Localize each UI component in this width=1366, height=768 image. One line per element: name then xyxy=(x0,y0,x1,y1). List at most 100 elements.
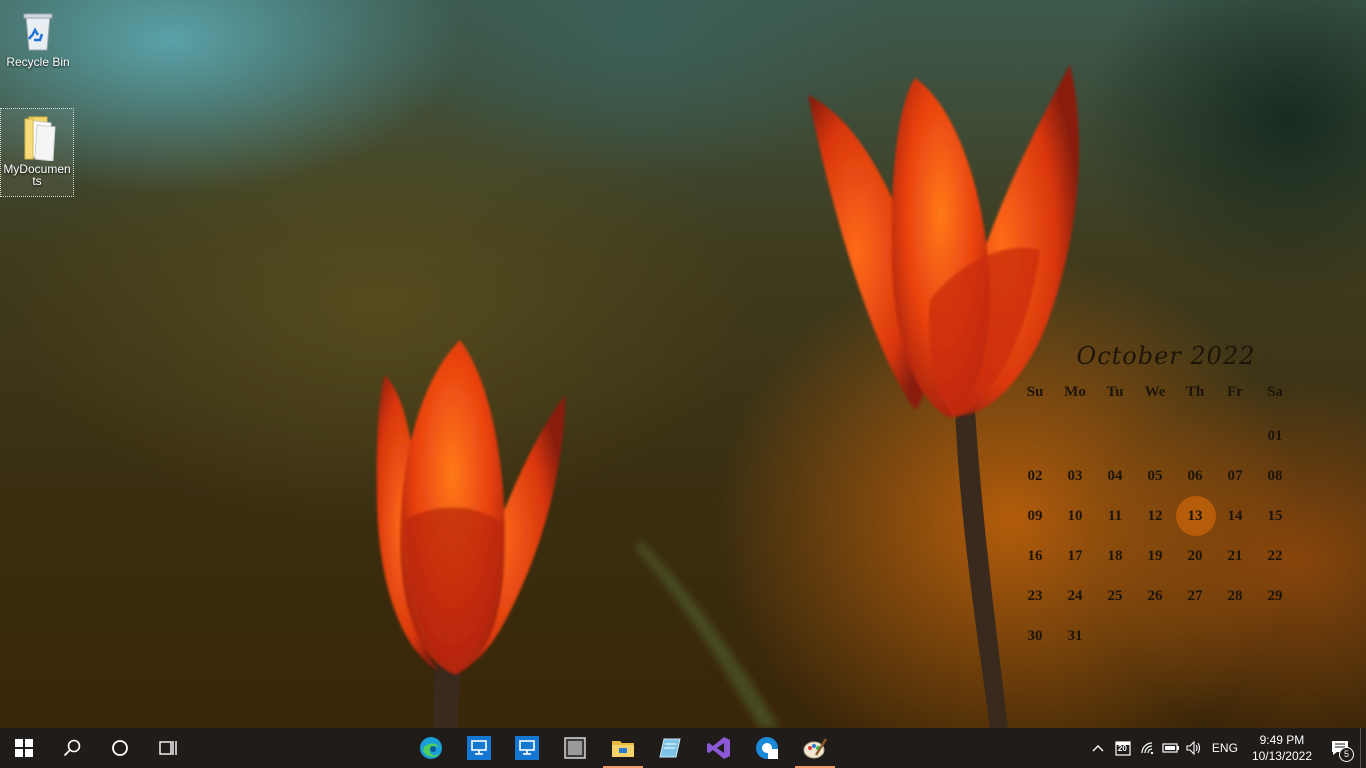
action-center-button[interactable]: 5 xyxy=(1320,728,1360,768)
calendar-week-row: 01 xyxy=(1015,416,1297,456)
calendar-day-empty xyxy=(1095,616,1135,656)
calendar-day-number: 25 xyxy=(1107,588,1123,604)
cortana-button[interactable] xyxy=(96,728,144,768)
calendar-day: 19 xyxy=(1135,536,1175,576)
taskbar-apps xyxy=(407,728,839,768)
clock-time: 9:49 PM xyxy=(1259,733,1305,747)
tray-calendar-app[interactable]: 20 xyxy=(1110,728,1136,768)
desktop-icon-mydocuments[interactable]: MyDocuments xyxy=(0,108,74,197)
system-tray: 20 ENG 9:49 PM 10/13/2022 5 xyxy=(1086,728,1366,768)
taskbar-app-remote-desktop-1[interactable] xyxy=(455,728,503,768)
calendar-day-empty xyxy=(1135,616,1175,656)
calendar-day: 22 xyxy=(1255,536,1295,576)
desktop-icon-label: MyDocuments xyxy=(3,162,71,188)
calendar-day: 16 xyxy=(1015,536,1055,576)
taskbar-app-edge-dev[interactable] xyxy=(743,728,791,768)
calendar-day: 12 xyxy=(1135,496,1175,536)
calendar-day-number: 29 xyxy=(1267,588,1283,604)
calendar-day-empty xyxy=(1215,416,1255,456)
calendar-day: 21 xyxy=(1215,536,1255,576)
task-view-icon xyxy=(159,741,177,755)
calendar-day-empty xyxy=(1215,616,1255,656)
calendar-grid: 01 02 03 04 05 06 07 08 09 10 11 12 13 14 15 16 17 18 19 20… xyxy=(1015,416,1297,656)
calendar-day-number: 08 xyxy=(1267,468,1283,484)
desktop-icon-recycle-bin[interactable]: Recycle Bin xyxy=(2,6,74,68)
battery-icon xyxy=(1162,743,1179,753)
volume-button[interactable] xyxy=(1182,728,1206,768)
calendar-day-number: 14 xyxy=(1227,508,1243,524)
calendar-day-number: 19 xyxy=(1147,548,1163,564)
calendar-day: 08 xyxy=(1255,456,1295,496)
calendar-day-number: 01 xyxy=(1267,428,1283,444)
start-button[interactable] xyxy=(0,728,48,768)
calendar-day-empty xyxy=(1255,616,1295,656)
recycle-bin-icon xyxy=(14,6,62,54)
remote-desktop-icon xyxy=(515,736,539,760)
calendar-day-number: 03 xyxy=(1067,468,1083,484)
calendar-day: 11 xyxy=(1095,496,1135,536)
weekday-label: Su xyxy=(1026,384,1044,400)
calendar-day: 01 xyxy=(1255,416,1295,456)
calendar-day-number: 12 xyxy=(1147,508,1163,524)
taskbar-app-notepad[interactable] xyxy=(647,728,695,768)
calendar-day: 20 xyxy=(1175,536,1215,576)
paint-icon xyxy=(803,738,828,759)
calendar-day: 15 xyxy=(1255,496,1295,536)
calendar-week-row: 30 31 xyxy=(1015,616,1297,656)
calendar-day: 26 xyxy=(1135,576,1175,616)
calendar-day: 17 xyxy=(1055,536,1095,576)
calendar-day: 29 xyxy=(1255,576,1295,616)
calendar-day-number: 18 xyxy=(1107,548,1123,564)
calendar-title: October 2022 xyxy=(1076,342,1256,370)
clock-button[interactable]: 9:49 PM 10/13/2022 xyxy=(1244,728,1320,768)
language-indicator[interactable]: ENG xyxy=(1206,728,1244,768)
taskbar-app-window[interactable] xyxy=(551,728,599,768)
calendar-day-number: 11 xyxy=(1107,508,1123,524)
taskbar-app-remote-desktop-2[interactable] xyxy=(503,728,551,768)
calendar-day-number: 22 xyxy=(1267,548,1283,564)
calendar-weekday-header: Su Mo Tu We Th Fr Sa xyxy=(1015,376,1297,408)
calendar-widget: October 2022 Su Mo Tu We Th Fr Sa 01 02 03… xyxy=(1015,338,1297,656)
calendar-day-number: 16 xyxy=(1027,548,1043,564)
battery-button[interactable] xyxy=(1160,728,1182,768)
calendar-day-number: 13 xyxy=(1187,508,1203,524)
search-icon xyxy=(63,739,81,757)
weekday-label: Tu xyxy=(1106,384,1124,400)
calendar-week-row: 23 24 25 26 27 28 29 xyxy=(1015,576,1297,616)
taskbar-app-file-explorer[interactable] xyxy=(599,728,647,768)
calendar-day-empty xyxy=(1175,616,1215,656)
calendar-day-number: 26 xyxy=(1147,588,1163,604)
app-window-icon xyxy=(564,737,586,759)
search-button[interactable] xyxy=(48,728,96,768)
taskbar-app-paint[interactable] xyxy=(791,728,839,768)
calendar-day: 04 xyxy=(1095,456,1135,496)
calendar-day-number: 31 xyxy=(1067,628,1083,644)
calendar-day-number: 06 xyxy=(1187,468,1203,484)
calendar-day-empty xyxy=(1095,416,1135,456)
speaker-icon xyxy=(1186,741,1200,755)
edge-icon xyxy=(420,737,442,759)
calendar-day: 03 xyxy=(1055,456,1095,496)
taskbar-app-visual-studio[interactable] xyxy=(695,728,743,768)
edge-dev-icon xyxy=(756,737,778,759)
calendar-day-empty xyxy=(1055,416,1095,456)
folder-icon xyxy=(13,113,61,162)
calendar-day: 18 xyxy=(1095,536,1135,576)
chevron-up-icon xyxy=(1092,745,1104,752)
calendar-day-number: 15 xyxy=(1267,508,1283,524)
show-desktop-button[interactable] xyxy=(1360,728,1366,768)
calendar-day: 09 xyxy=(1015,496,1055,536)
notepad-icon xyxy=(659,738,681,758)
task-view-button[interactable] xyxy=(144,728,192,768)
notification-count-badge: 5 xyxy=(1339,747,1354,762)
calendar-day-empty xyxy=(1135,416,1175,456)
calendar-day-today: 13 xyxy=(1175,496,1216,536)
calendar-day: 07 xyxy=(1215,456,1255,496)
calendar-day: 25 xyxy=(1095,576,1135,616)
calendar-day: 31 xyxy=(1055,616,1095,656)
taskbar: 20 ENG 9:49 PM 10/13/2022 5 xyxy=(0,728,1366,768)
weekday-label: We xyxy=(1144,384,1166,400)
taskbar-app-edge[interactable] xyxy=(407,728,455,768)
show-hidden-icons-button[interactable] xyxy=(1086,728,1110,768)
network-button[interactable] xyxy=(1136,728,1160,768)
